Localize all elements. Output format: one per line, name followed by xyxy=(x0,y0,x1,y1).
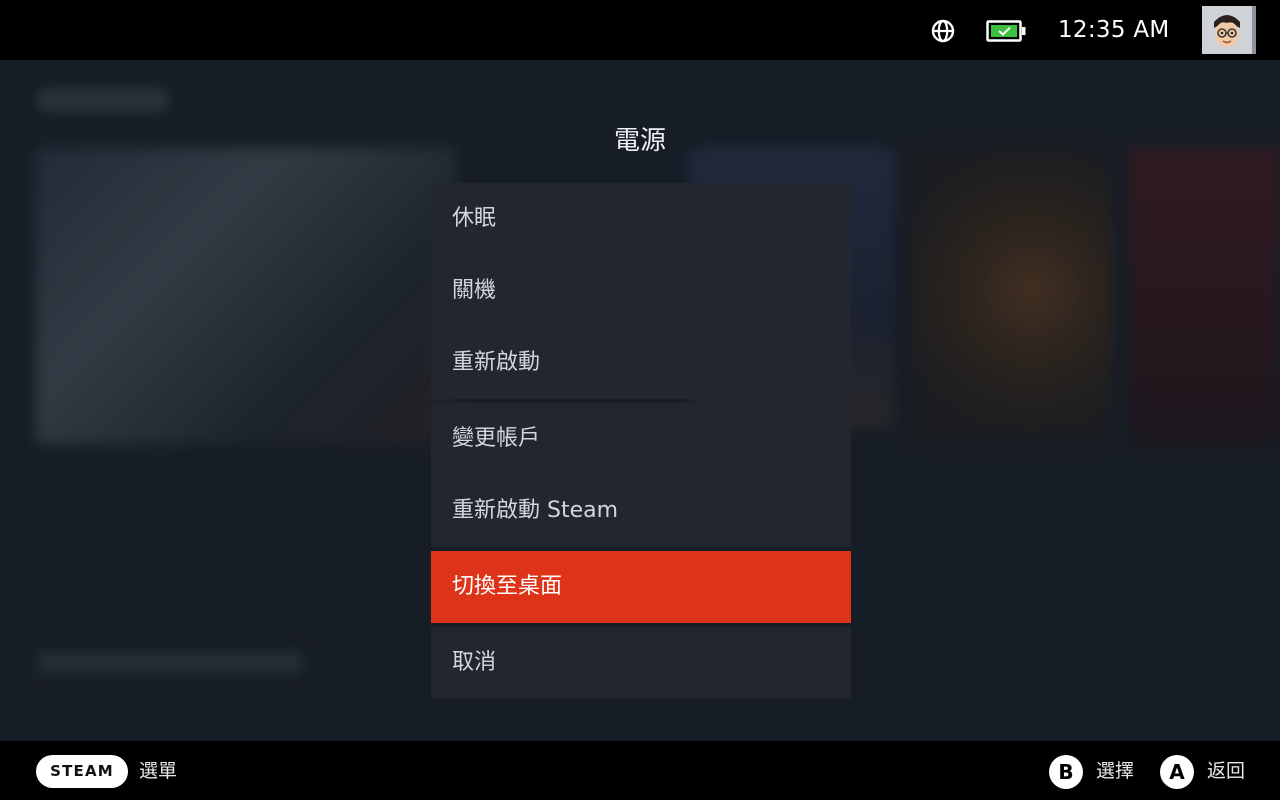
b-button-hint: 選擇 xyxy=(1096,760,1135,782)
a-button-hint: 返回 xyxy=(1207,760,1246,782)
menu-item-restart[interactable]: 重新啟動 xyxy=(431,327,851,399)
status-bar: 12:35 AM xyxy=(0,0,1280,60)
menu-item-switch-to-desktop[interactable]: 切換至桌面 xyxy=(431,551,851,623)
user-avatar[interactable] xyxy=(1202,6,1256,54)
menu-group: 切換至桌面 xyxy=(431,551,851,623)
button-hint-bar: STEAM 選單 B 選擇 A 返回 xyxy=(0,741,1280,800)
menu-item-sleep[interactable]: 休眠 xyxy=(431,183,851,255)
menu-group: 變更帳戶 重新啟動 Steam xyxy=(431,403,851,547)
menu-item-cancel[interactable]: 取消 xyxy=(431,627,851,699)
clock: 12:35 AM xyxy=(1058,17,1170,43)
steam-menu-hint: 選單 xyxy=(139,760,178,782)
avatar-face-icon xyxy=(1202,6,1252,54)
menu-item-restart-steam[interactable]: 重新啟動 Steam xyxy=(431,475,851,547)
dialog-title: 電源 xyxy=(613,126,666,156)
menu-item-shutdown[interactable]: 關機 xyxy=(431,255,851,327)
b-button-icon[interactable]: B xyxy=(1049,755,1083,789)
globe-icon[interactable] xyxy=(931,19,955,43)
power-menu: 休眠 關機 重新啟動 變更帳戶 重新啟動 Steam 切換至桌面 取消 xyxy=(431,183,851,699)
a-button-icon[interactable]: A xyxy=(1160,755,1194,789)
menu-item-switch-account[interactable]: 變更帳戶 xyxy=(431,403,851,475)
steam-button[interactable]: STEAM xyxy=(36,755,128,788)
menu-group: 休眠 關機 重新啟動 xyxy=(431,183,851,399)
menu-group: 取消 xyxy=(431,627,851,699)
battery-charging-icon xyxy=(986,20,1026,42)
